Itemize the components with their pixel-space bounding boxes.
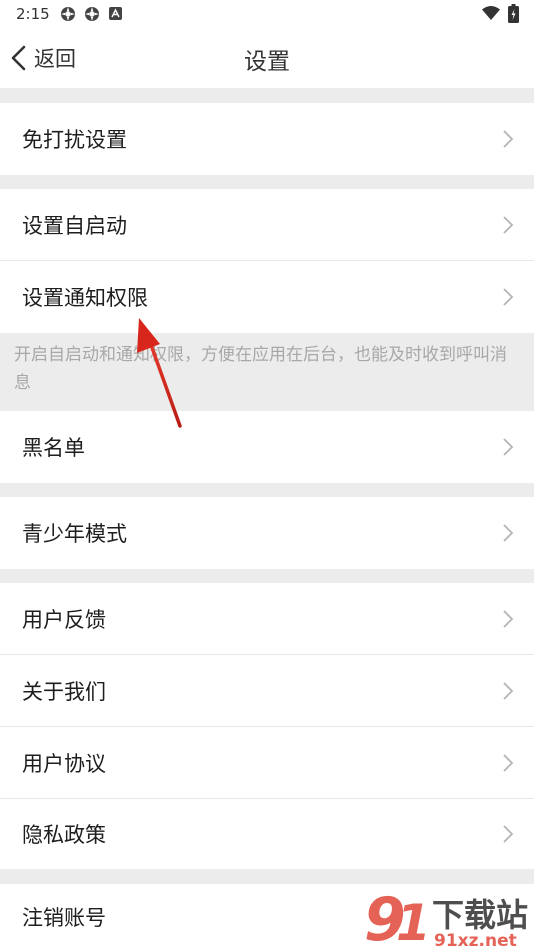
site-watermark-logo: 9 1 下载站 91xz.net (364, 885, 528, 950)
page-title: 设置 (244, 49, 290, 75)
app-notification-icon (61, 7, 75, 21)
cancel-account-label: 注销账号 (22, 906, 106, 930)
navigation-bar: 返回 设置 (0, 28, 534, 88)
about-us-label: 关于我们 (22, 679, 106, 704)
notification-permission-settings-label: 设置通知权限 (22, 286, 148, 310)
privacy-policy-label: 隐私政策 (22, 823, 106, 847)
status-time: 2:15 (16, 5, 50, 23)
auto-start-settings-row[interactable]: 设置自启动 (0, 189, 534, 261)
chevron-right-icon (503, 130, 514, 148)
privacy-policy-row[interactable]: 隐私政策 (0, 799, 534, 869)
status-bar: 2:15 (0, 0, 534, 28)
notification-permission-settings-row[interactable]: 设置通知权限 (0, 261, 534, 333)
chevron-right-icon (503, 825, 514, 843)
chevron-right-icon (503, 524, 514, 542)
user-agreement-label: 用户协议 (22, 751, 106, 776)
user-agreement-row[interactable]: 用户协议 (0, 727, 534, 798)
permission-hint-text: 开启自启动和通知权限，方便在应用在后台，也能及时收到呼叫消息 (14, 345, 507, 393)
chevron-right-icon (503, 681, 514, 700)
user-feedback-row[interactable]: 用户反馈 (0, 583, 534, 654)
svg-text:91xz.net: 91xz.net (434, 931, 517, 950)
teen-mode-label: 青少年模式 (22, 522, 127, 546)
do-not-disturb-settings-label: 免打扰设置 (22, 128, 127, 152)
user-feedback-label: 用户反馈 (22, 607, 106, 632)
about-us-row[interactable]: 关于我们 (0, 655, 534, 726)
battery-charging-icon (508, 4, 519, 23)
do-not-disturb-settings-row[interactable]: 免打扰设置 (0, 103, 534, 175)
blacklist-label: 黑名单 (22, 436, 85, 460)
blacklist-row[interactable]: 黑名单 (0, 411, 534, 483)
teen-mode-row[interactable]: 青少年模式 (0, 497, 534, 569)
chevron-right-icon (503, 609, 514, 628)
chevron-right-icon (503, 753, 514, 772)
chevron-right-icon (503, 216, 514, 234)
chevron-right-icon (503, 438, 514, 456)
text-notification-icon (109, 7, 122, 20)
svg-text:下载站: 下载站 (432, 896, 528, 934)
svg-text:1: 1 (396, 894, 431, 950)
chevron-right-icon (503, 288, 514, 306)
auto-start-settings-label: 设置自启动 (22, 214, 127, 238)
app-notification-icon (85, 7, 99, 21)
wifi-icon (482, 6, 500, 20)
